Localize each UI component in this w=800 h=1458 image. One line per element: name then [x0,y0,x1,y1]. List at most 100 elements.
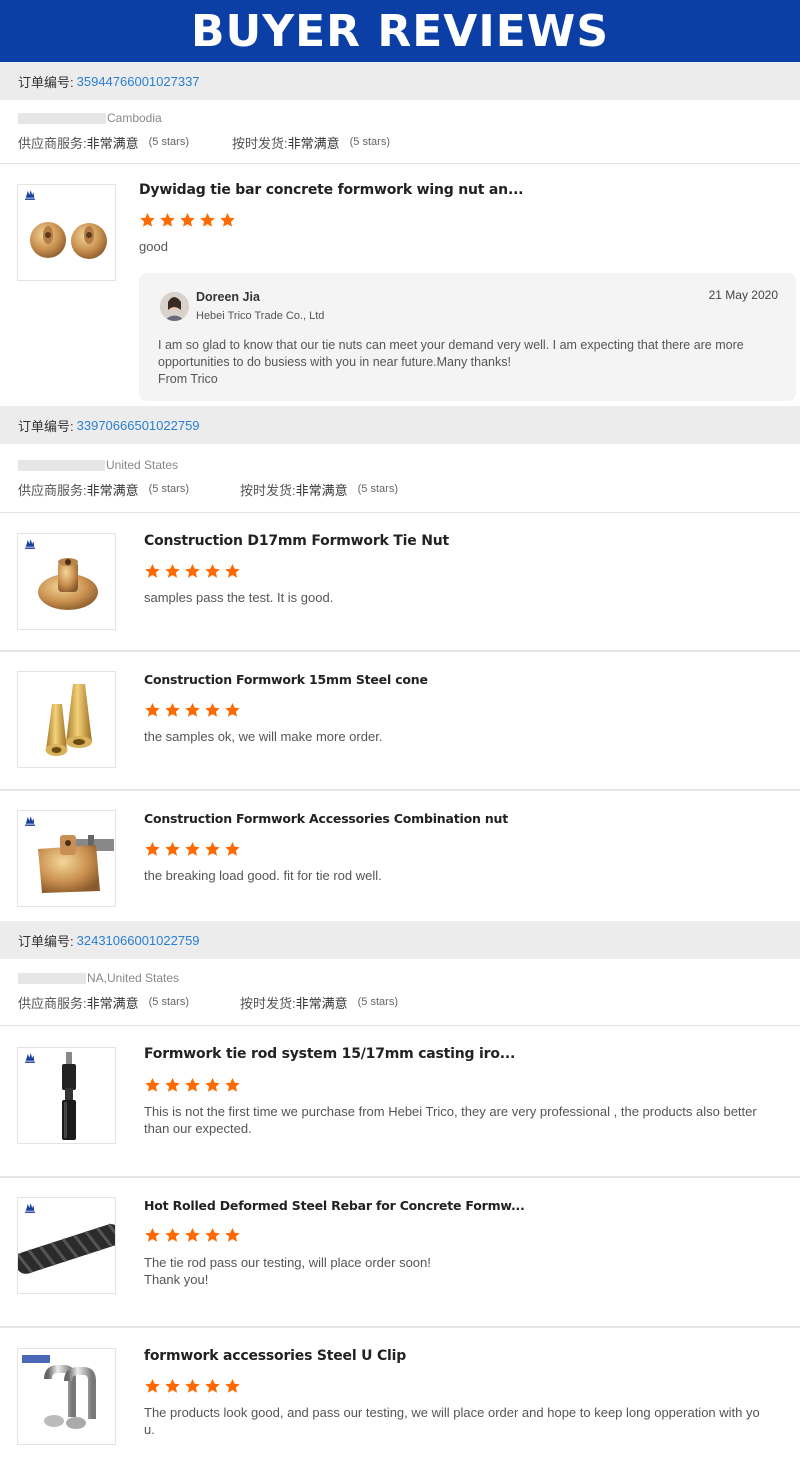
product-image[interactable] [17,184,116,281]
supplier-service-value: 非常满意 [86,995,139,1011]
reply-author-name: Doreen Jia [196,290,260,304]
product-image[interactable] [17,671,116,768]
supplier-service-stars: (5 stars) [148,996,189,1008]
on-time-stars: (5 stars) [349,136,390,148]
supplier-service-stars: (5 stars) [148,136,189,148]
reply-company: Hebei Trico Trade Co., Ltd [196,310,325,322]
comment-line: u. [144,1422,155,1437]
product-title[interactable]: formwork accessories Steel U Clip [144,1348,406,1364]
star-icon [199,212,216,228]
review-comment: good [139,239,168,254]
product-image[interactable] [17,1047,116,1144]
product-image[interactable] [17,1197,116,1294]
order-header: 订单编号: 35944766001027337 [0,62,800,100]
star-icon [224,702,241,718]
star-icon [184,563,201,579]
reply-line: From Trico [158,372,218,386]
product-image[interactable] [17,533,116,630]
star-icon [219,212,236,228]
star-icon [164,1378,181,1394]
product-title[interactable]: Construction Formwork Accessories Combin… [144,811,508,826]
order-number-link[interactable]: 32431066001022759 [77,933,200,948]
on-time-value: 非常满意 [295,482,348,498]
star-icon [204,1227,221,1243]
star-icon [184,1077,201,1093]
star-icon [144,702,161,718]
star-rating [144,702,241,718]
product-title[interactable]: Dywidag tie bar concrete formwork wing n… [139,182,524,198]
star-icon [159,212,176,228]
on-time-label: 按时发货: [232,135,288,151]
divider [0,650,800,652]
seller-reply: Doreen Jia Hebei Trico Trade Co., Ltd 21… [139,273,796,401]
wing-nut-icon [25,190,107,259]
star-icon [164,1227,181,1243]
page-banner: BUYER REVIEWS [0,0,800,62]
star-rating [144,1378,241,1394]
supplier-service-value: 非常满意 [86,135,139,151]
star-icon [139,212,156,228]
on-time-stars: (5 stars) [357,483,398,495]
product-image[interactable] [17,810,116,907]
star-icon [144,563,161,579]
star-icon [144,841,161,857]
order-number-link[interactable]: 33970666501022759 [77,418,200,433]
comment-line: than our expected. [144,1121,252,1136]
divider [0,1176,800,1178]
buyer-location: NA,United States [18,970,179,986]
comment-line: Thank you! [144,1272,209,1287]
star-icon [204,841,221,857]
on-time-value: 非常满意 [287,135,340,151]
buyer-name-redacted [18,112,106,124]
product-title[interactable]: Construction Formwork 15mm Steel cone [144,672,428,687]
reply-date: 21 May 2020 [708,288,778,302]
star-icon [224,563,241,579]
star-icon [164,563,181,579]
star-icon [184,1378,201,1394]
seller-ratings: 供应商服务: 非常满意 (5 stars) 按时发货: 非常满意 (5 stars) [18,992,398,1012]
reply-line: I am so glad to know that our tie nuts c… [158,338,744,352]
tie-rod-icon [25,1052,76,1140]
order-number-link[interactable]: 35944766001027337 [77,74,200,89]
on-time-stars: (5 stars) [357,996,398,1008]
reply-text: I am so glad to know that our tie nuts c… [158,337,783,388]
product-title[interactable]: Formwork tie rod system 15/17mm casting … [144,1046,515,1062]
order-header: 订单编号: 33970666501022759 [0,406,800,444]
star-icon [184,841,201,857]
star-icon [179,212,196,228]
on-time-label: 按时发货: [240,482,296,498]
star-rating [144,1227,241,1243]
steel-cone-icon [45,684,92,756]
star-rating [139,212,236,228]
review-comment: the samples ok, we will make more order. [144,729,383,744]
avatar [160,292,189,321]
on-time-label: 按时发货: [240,995,296,1011]
seller-ratings: 供应商服务: 非常满意 (5 stars) 按时发货: 非常满意 (5 stars) [18,132,390,152]
order-number-label: 订单编号: [18,933,74,949]
divider [0,1326,800,1328]
product-title[interactable]: Construction D17mm Formwork Tie Nut [144,533,449,549]
star-icon [184,702,201,718]
star-icon [184,1227,201,1243]
supplier-service-value: 非常满意 [86,482,139,498]
star-icon [204,702,221,718]
review-comment: This is not the first time we purchase f… [144,1103,789,1137]
product-title[interactable]: Hot Rolled Deformed Steel Rebar for Conc… [144,1198,525,1213]
buyer-location: United States [18,457,178,473]
order-number-label: 订单编号: [18,418,74,434]
star-icon [164,702,181,718]
buyer-name-redacted [18,972,86,984]
review-comment: The products look good, and pass our tes… [144,1404,789,1438]
buyer-name-redacted [18,459,105,471]
reply-line: opportunities to do busiess with you in … [158,355,511,369]
star-icon [224,1077,241,1093]
buyer-country: Cambodia [107,111,162,125]
star-rating [144,1077,241,1093]
supplier-service-stars: (5 stars) [148,483,189,495]
order-header: 订单编号: 32431066001022759 [0,921,800,959]
divider [0,789,800,791]
product-image[interactable] [17,1348,116,1445]
star-icon [144,1227,161,1243]
star-rating [144,563,241,579]
star-icon [164,1077,181,1093]
